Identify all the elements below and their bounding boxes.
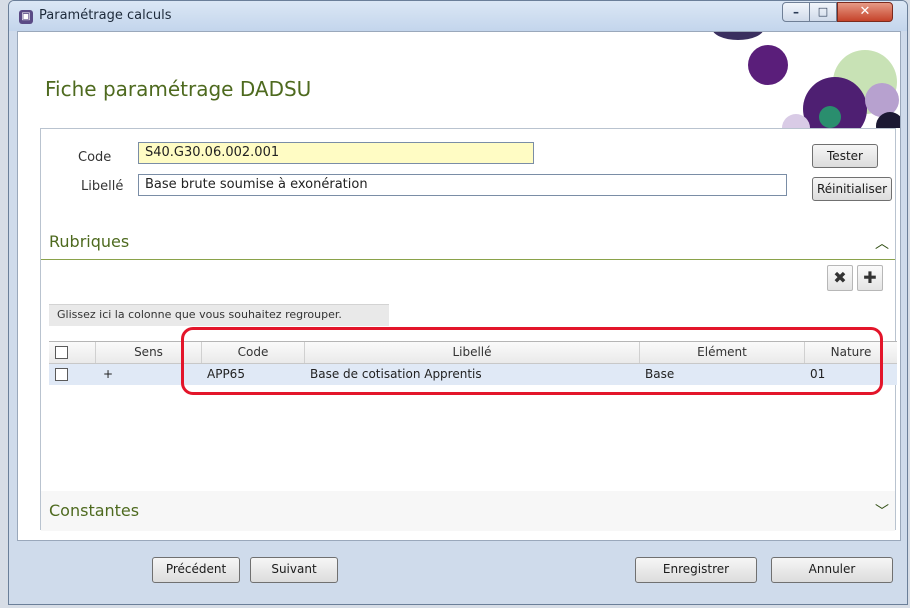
column-header-libelle[interactable]: Libellé [304,342,639,363]
table-row[interactable]: + APP65 Base de cotisation Apprentis Bas… [49,364,897,385]
cell-nature: 01 [810,367,826,381]
column-header-sens[interactable]: Sens [95,342,201,363]
rubriques-section-title[interactable]: Rubriques [49,232,129,251]
select-all-checkbox[interactable] [55,346,68,359]
page-title: Fiche paramétrage DADSU [45,77,312,101]
close-icon: ✕ [859,4,871,19]
enregistrer-button[interactable]: Enregistrer [635,557,757,583]
tester-button[interactable]: Tester [812,144,878,168]
cell-element: Base [645,367,675,381]
suivant-button[interactable]: Suivant [250,557,338,583]
title-bar[interactable]: ▣ Paramétrage calculs – □ ✕ [9,1,907,31]
chevron-down-icon[interactable]: ﹀ [875,501,889,521]
code-field[interactable]: S40.G30.06.002.001 [138,142,534,164]
app-icon: ▣ [19,10,33,24]
maximize-button[interactable]: □ [809,2,837,22]
grid-header-row: Sens Code Libellé Elément Nature [49,342,897,364]
constantes-section-title[interactable]: Constantes [49,501,139,520]
delete-row-button[interactable]: ✖ [827,265,853,291]
column-header-nature[interactable]: Nature [804,342,897,363]
constantes-section: Constantes ﹀ [41,491,895,531]
dialog-window: ▣ Paramétrage calculs – □ ✕ Fiche paramé… [8,0,908,605]
code-label: Code [78,150,112,165]
minimize-button[interactable]: – [782,2,810,22]
minimize-icon: – [793,5,799,19]
cell-sens: + [103,367,114,381]
close-x-icon: ✖ [833,268,847,287]
chevron-up-icon[interactable]: ︿ [875,233,889,253]
column-header-code[interactable]: Code [201,342,304,363]
row-checkbox[interactable] [55,368,68,381]
libelle-field[interactable]: Base brute soumise à exonération [138,174,787,196]
cell-code: APP65 [207,367,245,381]
maximize-icon: □ [817,5,829,18]
column-header-element[interactable]: Elément [639,342,804,363]
window-title: Paramétrage calculs [39,8,172,23]
group-by-panel[interactable]: Glissez ici la colonne que vous souhaite… [49,304,389,326]
form-panel: Code S40.G30.06.002.001 Tester Libellé B… [40,128,897,531]
add-row-button[interactable]: ✚ [857,265,883,291]
libelle-label: Libellé [81,179,124,194]
plus-icon: ✚ [863,268,877,287]
rubriques-grid: Sens Code Libellé Elément Nature + APP65… [49,341,897,482]
rubriques-divider [41,259,895,260]
header-area: Fiche paramétrage DADSU [18,32,900,128]
reinitialiser-button[interactable]: Réinitialiser [812,177,892,201]
annuler-button[interactable]: Annuler [771,557,893,583]
precedent-button[interactable]: Précédent [152,557,240,583]
close-window-button[interactable]: ✕ [837,2,893,22]
decorative-circles-logo [713,32,900,128]
cell-libelle: Base de cotisation Apprentis [310,367,482,381]
dialog-content: Fiche paramétrage DADSU Code S40.G30.06.… [17,31,901,541]
